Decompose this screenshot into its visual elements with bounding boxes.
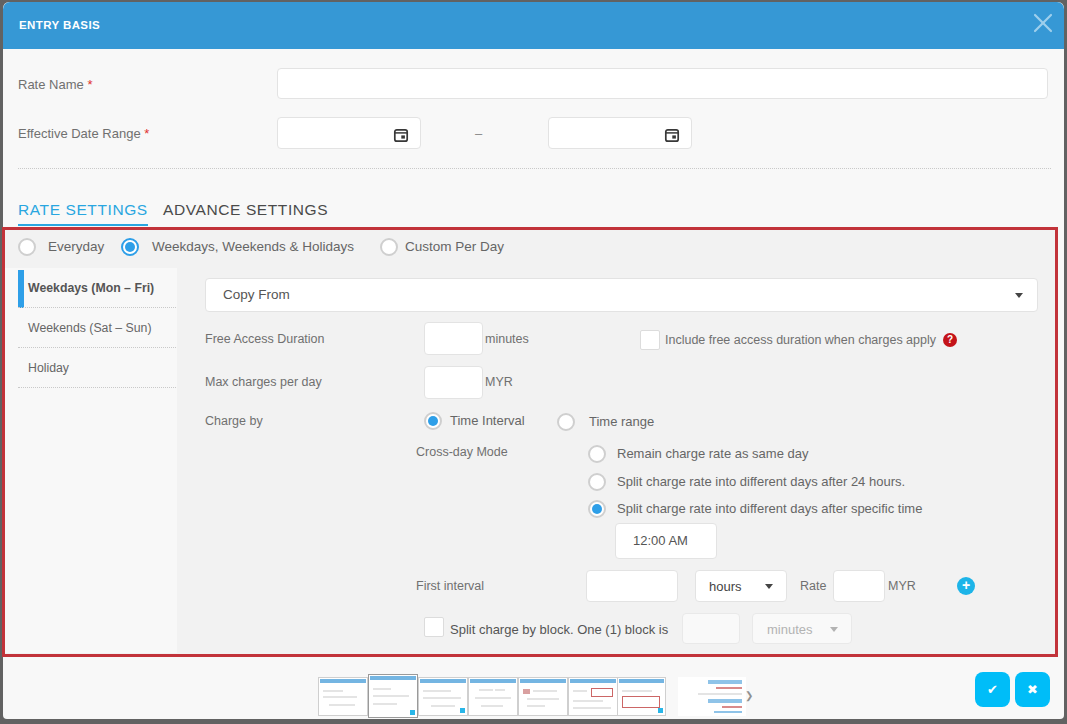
split-block-checkbox[interactable] <box>424 617 444 637</box>
cancel-button[interactable]: ✖ <box>1015 672 1050 707</box>
radio-remain-charge[interactable] <box>588 445 606 463</box>
sidebar-item-weekdays-label: Weekdays (Mon – Fri) <box>28 268 154 308</box>
specific-time-value: 12:00 AM <box>633 533 688 548</box>
day-type-sidebar: Weekdays (Mon – Fri) Weekends (Sat – Sun… <box>5 268 177 653</box>
radio-everyday[interactable] <box>18 238 36 256</box>
include-free-access-label: Include free access duration when charge… <box>665 332 936 349</box>
screenshot-thumbnail[interactable] <box>368 674 418 718</box>
add-interval-icon[interactable]: + <box>957 577 975 595</box>
sidebar-item-weekends-label: Weekends (Sat – Sun) <box>28 308 152 348</box>
first-interval-input[interactable] <box>586 570 678 602</box>
radio-time-interval[interactable] <box>424 412 442 430</box>
dialog-title: ENTRY BASIS <box>19 2 100 49</box>
radio-custom-per-day[interactable] <box>380 238 398 256</box>
screenshot-thumbnail[interactable] <box>518 677 568 716</box>
effective-date-range-label-text: Effective Date Range <box>18 126 141 141</box>
calendar-icon[interactable] <box>664 127 680 143</box>
section-divider <box>18 168 1051 169</box>
first-interval-unit-select[interactable]: hours <box>695 570 787 602</box>
max-charges-input[interactable] <box>424 366 483 399</box>
screenshot-thumbnail[interactable] <box>568 677 618 716</box>
rate-input[interactable] <box>833 570 885 602</box>
rate-label: Rate <box>800 578 826 595</box>
sidebar-item-weekdays[interactable]: Weekdays (Mon – Fri) <box>5 268 177 308</box>
free-access-duration-unit: minutes <box>485 331 529 348</box>
radio-split-24-hours-label: Split charge rate into different days af… <box>617 473 905 491</box>
radio-split-specific-time-label: Split charge rate into different days af… <box>617 500 922 518</box>
thumbnail-scroll-arrow[interactable]: ❯ <box>745 690 753 701</box>
radio-remain-charge-label: Remain charge rate as same day <box>617 445 808 463</box>
sidebar-divider <box>18 387 176 388</box>
charge-by-label: Charge by <box>205 413 263 430</box>
first-interval-label: First interval <box>416 578 484 595</box>
split-block-unit-select: minutes <box>752 613 852 644</box>
effective-date-range-label: Effective Date Range * <box>18 125 149 142</box>
rate-settings-panel: Everyday Weekdays, Weekends & Holidays C… <box>2 227 1058 657</box>
sidebar-item-weekends[interactable]: Weekends (Sat – Sun) <box>5 308 177 348</box>
rate-name-required-mark: * <box>87 77 92 92</box>
close-icon[interactable] <box>1030 10 1056 36</box>
dialog-header: ENTRY BASIS <box>3 2 1064 49</box>
rate-currency: MYR <box>888 578 916 595</box>
calendar-icon[interactable] <box>393 127 409 143</box>
max-charges-unit: MYR <box>485 374 513 391</box>
radio-weekdays-weekends-holidays-label: Weekdays, Weekends & Holidays <box>152 238 354 256</box>
rate-name-input[interactable] <box>277 68 1048 99</box>
radio-weekdays-weekends-holidays[interactable] <box>121 238 139 256</box>
cross-day-mode-label: Cross-day Mode <box>416 444 508 461</box>
include-free-access-checkbox[interactable] <box>640 330 660 350</box>
screenshot-thumbnail[interactable] <box>318 677 368 716</box>
chevron-down-icon <box>830 627 838 632</box>
first-interval-unit-value: hours <box>709 579 742 594</box>
start-date-input[interactable] <box>277 117 421 149</box>
rate-name-label: Rate Name * <box>18 76 92 93</box>
date-range-separator: – <box>475 125 482 142</box>
copy-from-value: Copy From <box>223 287 290 302</box>
sidebar-item-holiday-label: Holiday <box>28 348 69 388</box>
help-icon[interactable]: ? <box>943 333 957 347</box>
radio-time-range[interactable] <box>557 413 575 431</box>
specific-time-input[interactable]: 12:00 AM <box>615 523 717 559</box>
max-charges-label: Max charges per day <box>205 374 322 391</box>
free-access-duration-input[interactable] <box>424 322 483 355</box>
chevron-down-icon <box>765 584 773 589</box>
split-block-unit-value: minutes <box>767 622 813 637</box>
confirm-button[interactable]: ✔ <box>975 672 1010 707</box>
tab-rate-settings[interactable]: RATE SETTINGS <box>18 201 148 226</box>
radio-split-24-hours[interactable] <box>588 473 606 491</box>
rate-name-label-text: Rate Name <box>18 77 84 92</box>
radio-time-range-label: Time range <box>589 413 654 431</box>
screenshot-thumbnail[interactable] <box>617 677 666 716</box>
radio-custom-per-day-label: Custom Per Day <box>405 238 504 256</box>
sidebar-item-holiday[interactable]: Holiday <box>5 348 177 388</box>
screenshot-thumbnail[interactable] <box>468 677 518 716</box>
radio-split-specific-time[interactable] <box>588 500 606 518</box>
screenshot-thumbnail[interactable] <box>678 677 746 716</box>
split-block-input <box>682 613 740 644</box>
copy-from-select[interactable]: Copy From <box>205 278 1038 312</box>
end-date-input[interactable] <box>548 117 692 149</box>
chevron-down-icon <box>1015 293 1023 298</box>
tab-advance-settings[interactable]: ADVANCE SETTINGS <box>163 201 328 219</box>
free-access-duration-label: Free Access Duration <box>205 331 325 348</box>
split-block-label: Split charge by block. One (1) block is <box>450 621 668 639</box>
screenshot-thumbnail[interactable] <box>418 677 468 716</box>
radio-time-interval-label: Time Interval <box>450 412 525 430</box>
effective-date-range-required-mark: * <box>144 126 149 141</box>
entry-basis-dialog: ENTRY BASIS Rate Name * Effective Date R… <box>0 0 1067 724</box>
radio-everyday-label: Everyday <box>48 238 104 256</box>
